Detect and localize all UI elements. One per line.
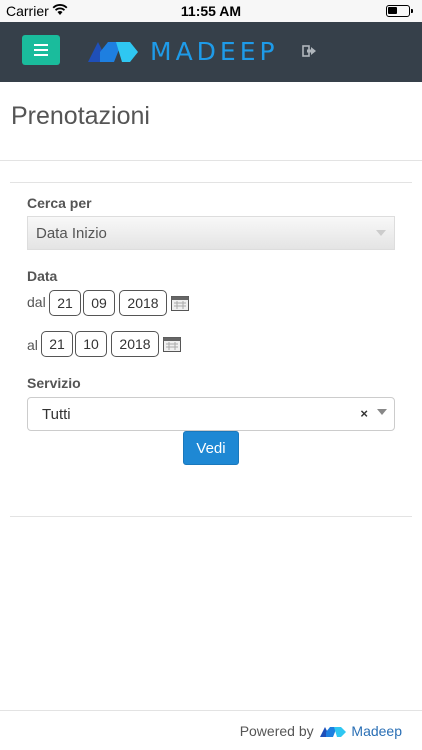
calendar-icon[interactable] xyxy=(163,336,181,352)
dal-year-input[interactable]: 2018 xyxy=(119,290,167,316)
al-month-input[interactable]: 10 xyxy=(75,331,107,357)
page-title: Prenotazioni xyxy=(11,102,150,130)
servizio-label: Servizio xyxy=(27,375,81,391)
divider xyxy=(10,182,412,183)
servizio-select[interactable]: Tutti × xyxy=(27,397,395,431)
logo-text: MADEEP xyxy=(150,37,279,66)
status-bar: Carrier 11:55 AM xyxy=(0,0,422,22)
clear-icon[interactable]: × xyxy=(360,406,368,421)
menu-button[interactable] xyxy=(22,35,60,65)
al-day-input[interactable]: 21 xyxy=(41,331,73,357)
divider xyxy=(0,160,422,161)
dal-label: dal xyxy=(27,294,46,310)
al-year-input[interactable]: 2018 xyxy=(111,331,159,357)
cerca-per-select[interactable]: Data Inizio xyxy=(27,216,395,250)
cerca-per-value: Data Inizio xyxy=(36,225,107,242)
chevron-down-icon xyxy=(376,230,386,236)
madeep-logo-icon xyxy=(319,727,346,738)
powered-by-label: Powered by xyxy=(239,723,314,739)
divider xyxy=(10,516,412,517)
dal-day-input[interactable]: 21 xyxy=(49,290,81,316)
footer-divider xyxy=(0,710,422,711)
vedi-button[interactable]: Vedi xyxy=(183,431,239,465)
footer: Powered by Madeep xyxy=(240,723,402,739)
clock: 11:55 AM xyxy=(180,3,242,19)
logout-icon[interactable] xyxy=(302,44,316,58)
cerca-per-label: Cerca per xyxy=(27,195,92,211)
al-label: al xyxy=(27,337,38,353)
top-navbar: MADEEP xyxy=(0,22,422,82)
battery-icon xyxy=(386,5,413,17)
hamburger-icon xyxy=(34,44,48,46)
brand-link[interactable]: Madeep xyxy=(351,723,402,739)
chevron-down-icon xyxy=(377,409,387,415)
servizio-value: Tutti xyxy=(42,406,71,423)
calendar-icon[interactable] xyxy=(171,295,189,311)
data-label: Data xyxy=(27,268,58,284)
dal-month-input[interactable]: 09 xyxy=(83,290,115,316)
madeep-logo-icon xyxy=(88,42,138,62)
